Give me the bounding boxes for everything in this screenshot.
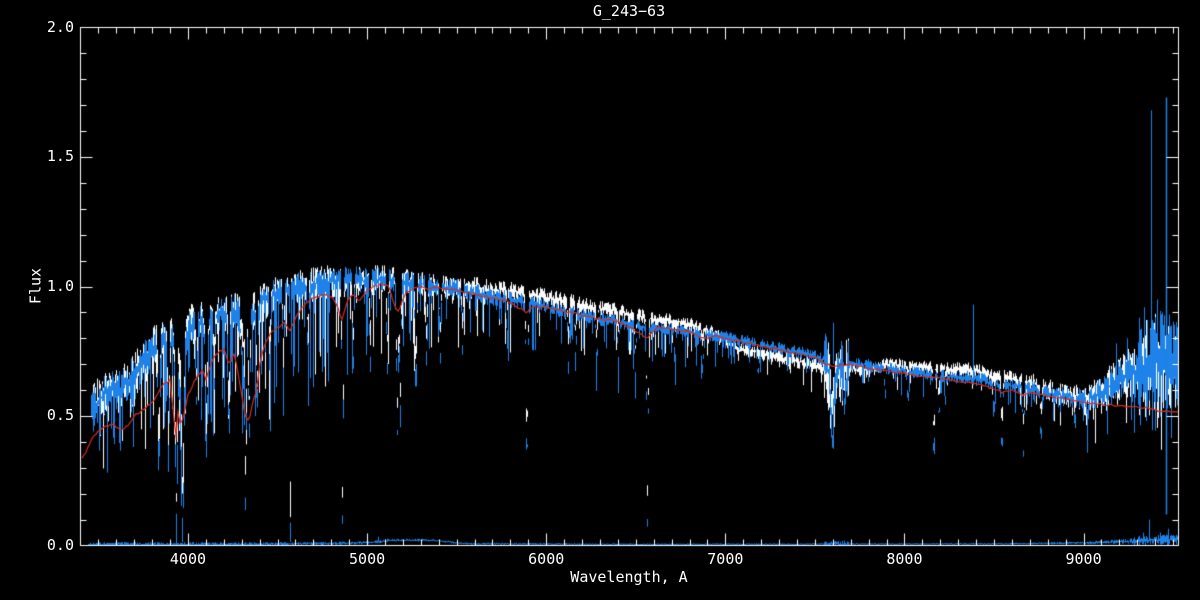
y-tick-label: 1.0	[46, 276, 74, 295]
y-tick-label: 1.5	[46, 147, 74, 165]
x-tick-label: 7000	[707, 550, 744, 568]
x-tick-label: 6000	[528, 550, 565, 568]
x-tick-label: 4000	[169, 550, 207, 568]
x-tick-label: 9000	[1065, 550, 1102, 568]
plot-title: G_243−63	[592, 2, 666, 20]
x-axis-label: Wavelength, A	[570, 568, 688, 586]
y-tick-label: 2.0	[46, 17, 74, 36]
spectrum-canvas	[0, 0, 1200, 600]
spectrum-plot-window: G_243−63 Wavelength, A Flux 0.0 0.5 1.0 1.5…	[0, 0, 1200, 600]
x-tick-label: 5000	[349, 550, 386, 568]
x-tick-label: 8000	[886, 550, 923, 568]
y-tick-label: 0.0	[46, 535, 74, 554]
y-tick-label: 0.5	[46, 406, 74, 424]
